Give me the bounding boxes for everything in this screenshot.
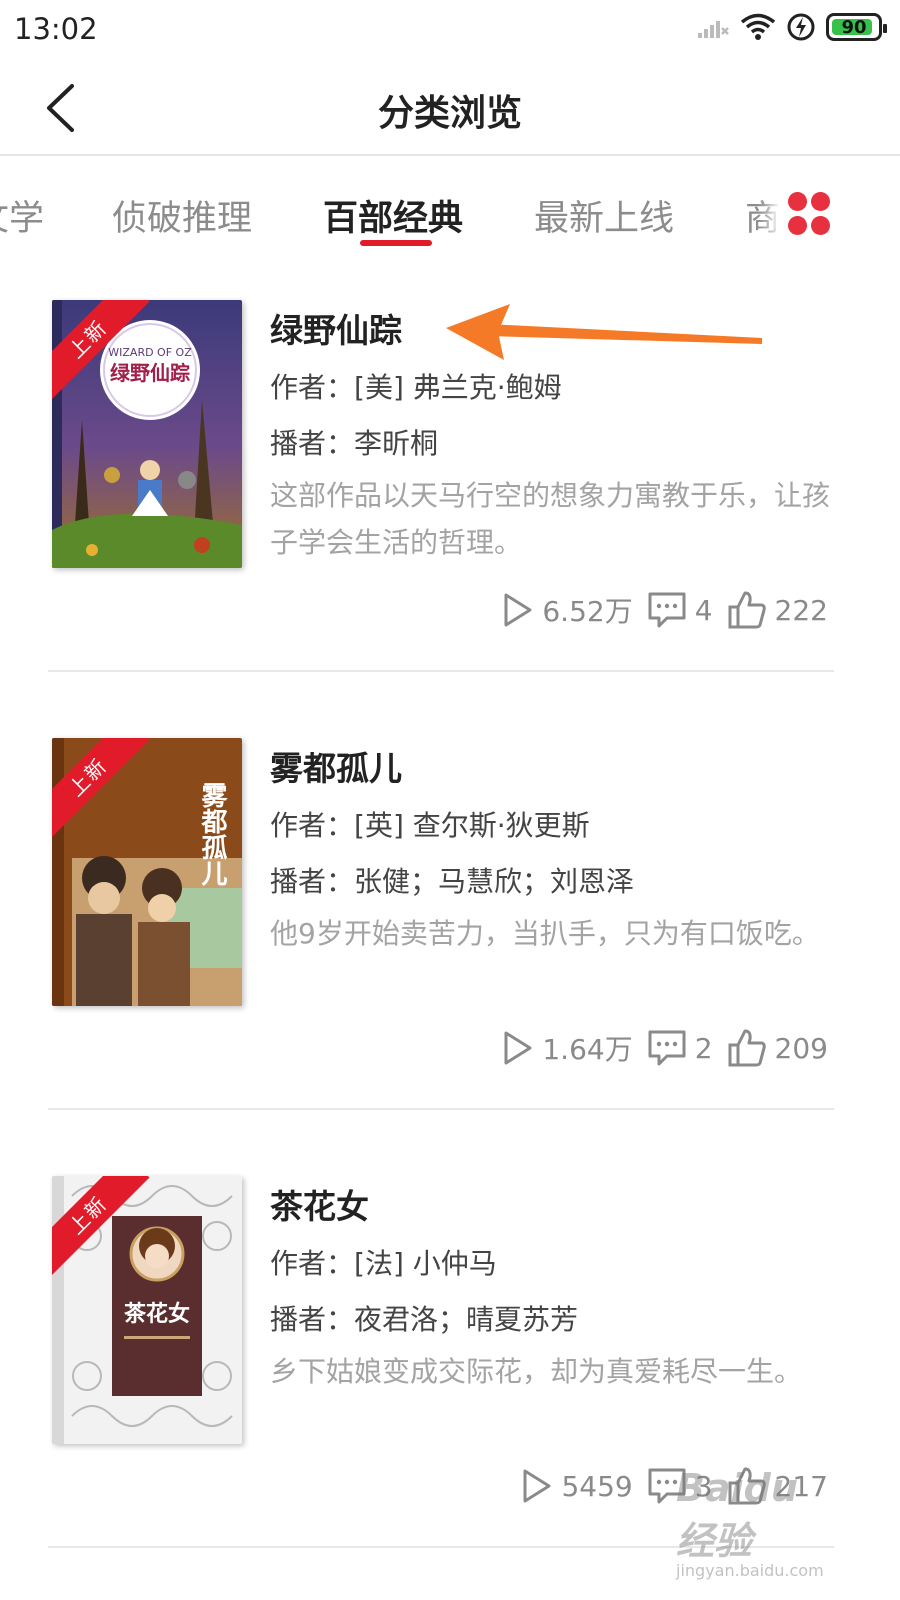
watermark-sub: jingyan.baidu.com xyxy=(676,1561,824,1580)
screen: 13:02 90 分类浏览 学 侦破推理 百部经典 最新上线 商 WIZARD … xyxy=(0,0,900,1600)
play-icon xyxy=(523,1469,551,1503)
author-name: [英] 查尔斯·狄更斯 xyxy=(354,809,590,842)
book-description: 这部作品以天马行空的想象力寓教于乐，让孩子学会生活的哲理。 xyxy=(270,479,831,559)
grid-dot-icon xyxy=(811,192,830,211)
page-title: 分类浏览 xyxy=(377,93,522,134)
header: 分类浏览 xyxy=(0,62,900,156)
cover-title: 茶花女 xyxy=(124,1301,190,1327)
book-title[interactable]: 雾都孤儿 xyxy=(270,742,402,790)
book-stats: 1.64万 2 209 xyxy=(502,1028,828,1068)
grid-dot-icon xyxy=(788,192,807,211)
narrator-name: 张健；马慧欣；刘恩泽 xyxy=(354,865,635,898)
author-name: [法] 小仲马 xyxy=(354,1247,497,1280)
play-count-value: 5459 xyxy=(561,1469,633,1503)
book-narrator: 播者：李昕桐 xyxy=(270,422,438,462)
status-time: 13:02 xyxy=(14,12,98,46)
comment-count[interactable]: 2 xyxy=(647,1028,713,1068)
like-count[interactable]: 222 xyxy=(727,590,828,630)
book-description: 乡下姑娘变成交际花，却为真爱耗尽一生。 xyxy=(270,1355,803,1388)
narrator-label: 播者： xyxy=(270,865,355,898)
play-icon xyxy=(504,1031,532,1065)
signal-icon xyxy=(698,21,729,38)
wifi-icon xyxy=(740,13,776,40)
category-tabs: 文学 侦破推理 百部经典 最新上线 商 xyxy=(0,156,900,256)
play-count: 5459 xyxy=(521,1468,633,1504)
like-count[interactable]: 209 xyxy=(727,1028,828,1068)
book-list-item[interactable]: 雾都孤儿 上新 雾都孤儿 作者：[英] 查尔斯·狄更斯 播者：张健；马慧欣；刘恩… xyxy=(0,738,900,1176)
author-name: [美] 弗兰克·鲍姆 xyxy=(354,371,562,404)
grid-dot-icon xyxy=(788,216,807,235)
book-list-item[interactable]: WIZARD OF OZ 绿野仙踪 上新 绿野仙踪 作者：[美] 弗兰克·鲍姆 … xyxy=(0,300,900,738)
play-count-value: 1.64万 xyxy=(542,1033,633,1066)
annotation-arrow-icon xyxy=(446,304,762,360)
book-title[interactable]: 绿野仙踪 xyxy=(270,304,402,352)
book-description: 他9岁开始卖苦力，当扒手，只为有口饭吃。 xyxy=(270,917,820,950)
comment-count[interactable]: 4 xyxy=(647,590,713,630)
like-count-value: 222 xyxy=(774,593,828,627)
book-narrator: 播者：夜君洛；晴夏苏芳 xyxy=(270,1298,578,1338)
narrator-label: 播者： xyxy=(270,1303,355,1336)
play-count-value: 6.52万 xyxy=(542,595,633,628)
book-author: 作者：[法] 小仲马 xyxy=(270,1242,497,1282)
book-author: 作者：[美] 弗兰克·鲍姆 xyxy=(270,366,562,406)
play-icon xyxy=(504,593,532,627)
book-stats: 6.52万 4 222 xyxy=(502,590,828,630)
book-title[interactable]: 茶花女 xyxy=(270,1180,369,1228)
narrator-name: 夜君洛；晴夏苏芳 xyxy=(354,1303,579,1336)
book-cover[interactable]: 雾都孤儿 上新 xyxy=(52,738,242,1006)
author-label: 作者： xyxy=(270,809,355,842)
comment-count-value: 2 xyxy=(694,1031,713,1065)
author-label: 作者： xyxy=(270,371,355,404)
battery-tip xyxy=(883,24,887,33)
status-bar: 13:02 90 xyxy=(0,0,900,62)
charging-icon xyxy=(787,13,815,41)
narrator-name: 李昕桐 xyxy=(354,427,439,460)
more-categories-button[interactable] xyxy=(784,190,836,240)
play-count: 1.64万 xyxy=(502,1028,633,1068)
book-narrator: 播者：张健；马慧欣；刘恩泽 xyxy=(270,860,634,900)
thumbs-up-icon xyxy=(728,591,766,629)
list-divider xyxy=(48,1108,834,1110)
book-cover[interactable]: WIZARD OF OZ 绿野仙踪 上新 xyxy=(52,300,242,568)
tab-detective[interactable]: 侦破推理 xyxy=(112,190,252,241)
status-icons: 90 xyxy=(696,12,887,42)
cover-title: 绿野仙踪 xyxy=(110,361,190,385)
cover-subtitle: WIZARD OF OZ xyxy=(108,346,192,359)
book-cover[interactable]: 茶花女 上新 xyxy=(52,1176,242,1444)
list-divider xyxy=(48,670,834,672)
baidu-watermark: Baidu 经验 jingyan.baidu.com xyxy=(676,1466,846,1580)
tab-literature[interactable]: 文学 xyxy=(0,190,44,241)
comment-count-value: 4 xyxy=(694,593,713,627)
book-author: 作者：[英] 查尔斯·狄更斯 xyxy=(270,804,590,844)
active-tab-indicator xyxy=(360,240,432,246)
like-count-value: 209 xyxy=(774,1031,828,1065)
narrator-label: 播者： xyxy=(270,427,355,460)
play-count: 6.52万 xyxy=(502,590,633,630)
thumbs-up-icon xyxy=(728,1029,766,1067)
comment-icon xyxy=(648,592,686,628)
watermark-main: Baidu 经验 xyxy=(676,1466,798,1563)
battery-indicator: 90 xyxy=(826,13,887,41)
tab-classics[interactable]: 百部经典 xyxy=(323,190,463,241)
battery-level-text: 90 xyxy=(841,16,867,38)
tab-business[interactable]: 商 xyxy=(745,190,780,241)
author-label: 作者： xyxy=(270,1247,355,1280)
cover-title: 雾都孤儿 xyxy=(197,782,228,887)
tab-newest[interactable]: 最新上线 xyxy=(534,190,674,241)
comment-icon xyxy=(648,1030,686,1066)
grid-dot-icon xyxy=(811,216,830,235)
